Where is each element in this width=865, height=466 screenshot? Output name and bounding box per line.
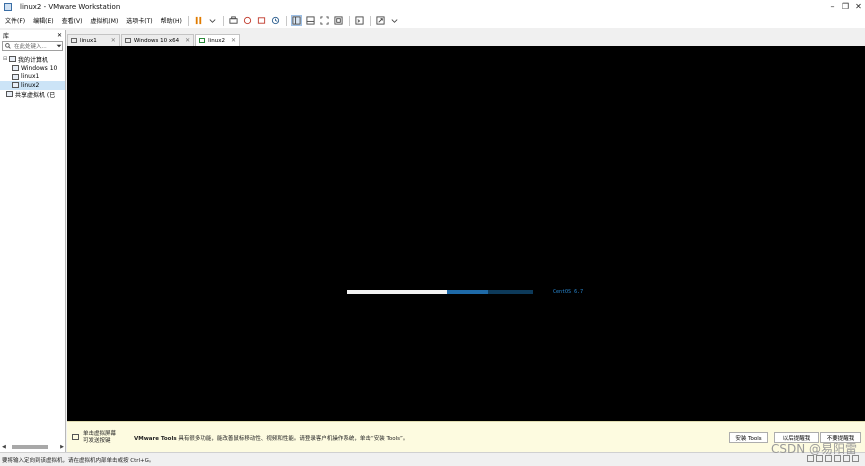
status-bar: 要将输入定向到该虚拟机，请在虚拟机内部单击或按 Ctrl+G。: [0, 452, 865, 466]
stretch-dropdown-icon[interactable]: [389, 15, 400, 26]
pause-dropdown-icon[interactable]: [207, 15, 218, 26]
tree-item-shared-vms[interactable]: 共享虚拟机 (已: [0, 90, 65, 99]
library-search-input[interactable]: 在此处键入...: [2, 41, 63, 51]
library-close-button[interactable]: ✕: [57, 32, 62, 39]
boot-progress-fill: [347, 290, 448, 294]
tools-message: VMware Tools 具有很多功能，能改善鼠标移动性、视频和性能。请登录客户…: [134, 434, 408, 442]
library-horizontal-scrollbar[interactable]: ◀ ▶: [2, 443, 64, 450]
library-tree: ⊟ 我的计算机 Windows 10 linux1 linux2 共享虚拟机 (…: [0, 55, 65, 98]
unity-icon[interactable]: [333, 15, 344, 26]
tree-item-label: 共享虚拟机 (已: [15, 91, 56, 99]
tree-item-label: linux2: [21, 81, 40, 89]
menu-bar: 文件(F) 编辑(E) 查看(V) 虚拟机(M) 选项卡(T) 帮助(H): [0, 13, 865, 28]
title-bar: linux2 - VMware Workstation – ❐ ✕: [0, 0, 865, 13]
tab-windows10[interactable]: Windows 10 x64 ✕: [120, 34, 195, 46]
stretch-guest-icon[interactable]: [375, 15, 386, 26]
send-ctrl-alt-del-icon[interactable]: [228, 15, 239, 26]
pause-icon[interactable]: [193, 15, 204, 26]
vm-tab-bar: linux1 ✕ Windows 10 x64 ✕ linux2 ✕: [67, 33, 865, 46]
tab-linux1[interactable]: linux1 ✕: [67, 34, 120, 46]
menu-file[interactable]: 文件(F): [2, 16, 28, 25]
maximize-button[interactable]: ❐: [839, 0, 852, 13]
toolbar-separator: [285, 15, 287, 26]
tab-label: linux2: [208, 37, 225, 44]
minimize-button[interactable]: –: [826, 0, 839, 13]
tree-item-label: 我的计算机: [18, 56, 49, 64]
tab-close-icon[interactable]: ✕: [231, 37, 236, 44]
tab-close-icon[interactable]: ✕: [185, 37, 190, 44]
snapshot-icon[interactable]: [242, 15, 253, 26]
hint-line-2: 可发送按键: [83, 438, 111, 444]
vmware-app-icon: [4, 2, 12, 11]
menu-view[interactable]: 查看(V): [59, 16, 86, 25]
menu-tabs[interactable]: 选项卡(T): [123, 16, 155, 25]
window-controls: – ❐ ✕: [826, 0, 865, 13]
library-title: 库: [3, 33, 10, 40]
tab-linux2[interactable]: linux2 ✕: [195, 34, 240, 46]
vm-console-screen[interactable]: CentOS 6.7: [67, 46, 865, 421]
install-tools-button[interactable]: 安装 Tools: [729, 432, 768, 443]
os-boot-label: CentOS 6.7: [553, 289, 584, 295]
vm-running-tab-icon: [199, 38, 206, 43]
tools-message-text: 具有很多功能，能改善鼠标移动性、视频和性能。请登录客户机操作系统，单击“安装 T…: [176, 436, 409, 442]
shared-vms-icon: [6, 91, 13, 98]
window-title: linux2 - VMware Workstation: [20, 2, 121, 11]
menu-help[interactable]: 帮助(H): [158, 16, 185, 25]
snapshot-manager-icon[interactable]: [270, 15, 281, 26]
click-screen-hint: 单击虚拟屏幕 可发送按键: [83, 431, 131, 445]
toolbar-separator: [187, 15, 189, 26]
tree-item-label: linux1: [21, 73, 40, 81]
vm-tab-icon: [124, 38, 131, 43]
thumbnail-bar-icon[interactable]: [305, 15, 316, 26]
console-view-icon[interactable]: [354, 15, 365, 26]
scrollbar-thumb[interactable]: [11, 444, 49, 449]
close-window-button[interactable]: ✕: [852, 0, 865, 13]
scroll-right-icon[interactable]: ▶: [60, 444, 64, 450]
search-icon: [5, 43, 11, 49]
computer-icon: [9, 56, 16, 63]
vmware-tools-notice: 单击虚拟屏幕 可发送按键 VMware Tools 具有很多功能，能改善鼠标移动…: [67, 421, 865, 452]
tab-label: linux1: [80, 37, 97, 44]
library-header: 库 ✕: [0, 30, 65, 41]
vm-icon: [12, 73, 19, 80]
library-sidebar: 库 ✕ 在此处键入... ⊟ 我的计算机 Windows 10 linux1 l…: [0, 30, 66, 452]
search-dropdown-icon[interactable]: [56, 43, 62, 49]
toolbar-separator: [369, 15, 371, 26]
tree-item-my-computer[interactable]: ⊟ 我的计算机: [0, 55, 65, 64]
scroll-left-icon[interactable]: ◀: [2, 444, 6, 450]
boot-progress-bar: [347, 290, 533, 294]
boot-progress-blue-segment: [447, 290, 489, 294]
search-placeholder: 在此处键入...: [14, 44, 47, 50]
vm-running-icon: [12, 82, 19, 89]
revert-snapshot-icon[interactable]: [256, 15, 267, 26]
menu-edit[interactable]: 编辑(E): [30, 16, 56, 25]
tree-item-label: Windows 10: [21, 64, 58, 72]
csdn-watermark: CSDN @易阳雷: [770, 442, 857, 456]
toolbar-separator: [348, 15, 350, 26]
show-library-icon[interactable]: [291, 15, 303, 26]
tree-item-linux1[interactable]: linux1: [0, 72, 65, 81]
vm-tab-icon: [71, 38, 77, 43]
toolbar-separator: [222, 15, 224, 26]
status-text: 要将输入定向到该虚拟机，请在虚拟机内部单击或按 Ctrl+G。: [2, 458, 155, 464]
tab-close-icon[interactable]: ✕: [111, 37, 116, 44]
hint-line-1: 单击虚拟屏幕: [83, 431, 117, 437]
tree-item-windows10[interactable]: Windows 10: [0, 64, 65, 73]
tools-message-bold: VMware Tools: [134, 436, 177, 442]
vm-icon: [12, 65, 19, 72]
tab-label: Windows 10 x64: [133, 37, 180, 44]
menu-vm[interactable]: 虚拟机(M): [87, 16, 121, 25]
keyboard-hint-icon: [72, 434, 79, 440]
full-screen-icon[interactable]: [319, 15, 330, 26]
tree-item-linux2[interactable]: linux2: [0, 81, 65, 90]
